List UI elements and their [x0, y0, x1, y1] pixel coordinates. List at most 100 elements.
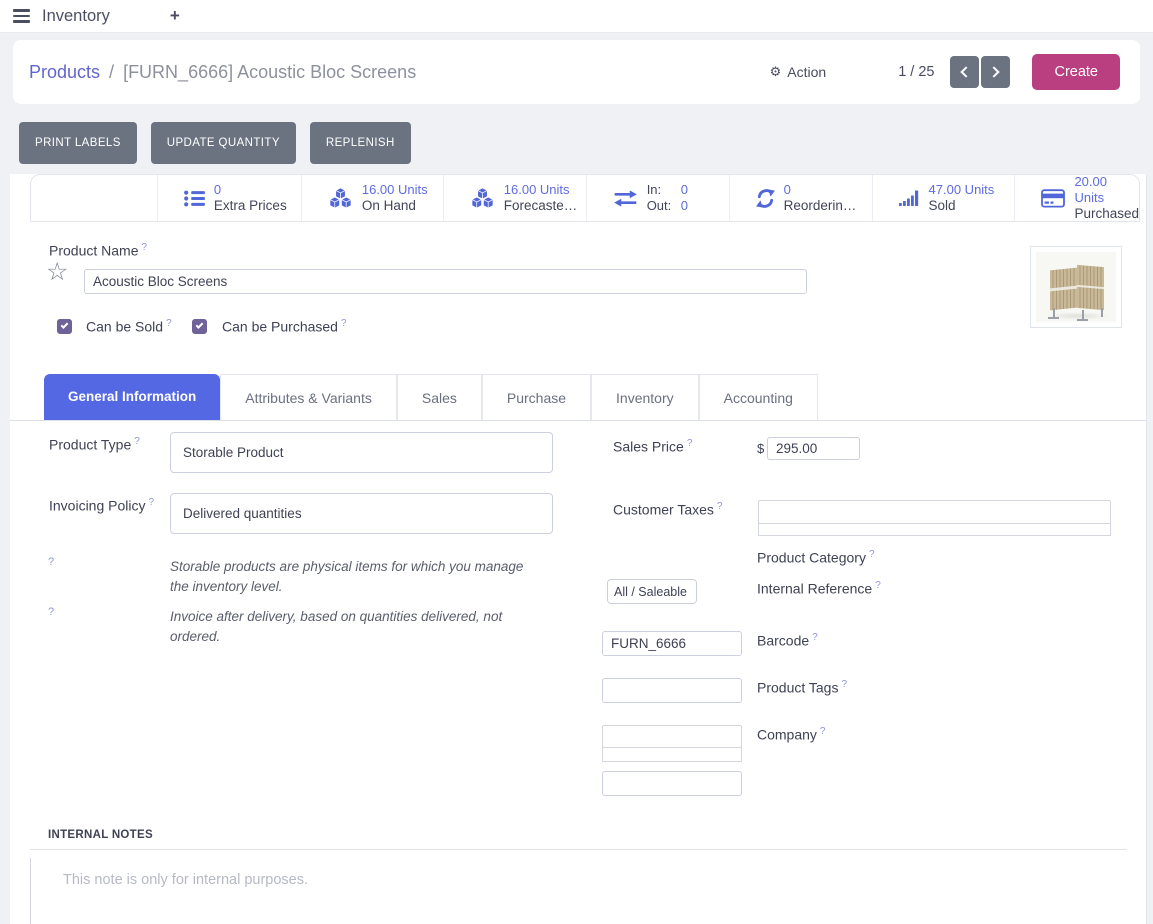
tab-sales[interactable]: Sales	[397, 374, 482, 420]
pager-previous-button[interactable]	[950, 56, 979, 88]
help-icon[interactable]: ?	[820, 726, 826, 737]
stat-reordering[interactable]: 0 Reorderin…	[729, 175, 872, 221]
tab-accounting[interactable]: Accounting	[699, 374, 818, 420]
help-icon[interactable]: ?	[687, 438, 693, 449]
refresh-icon	[756, 189, 775, 208]
favorite-star-icon[interactable]: ☆	[46, 260, 68, 285]
action-buttons-row: PRINT LABELS UPDATE QUANTITY REPLENISH	[19, 122, 411, 164]
sales-price-label: Sales Price?	[613, 438, 692, 455]
checkmark-icon	[195, 321, 203, 329]
stat-extra-prices[interactable]: 0 Extra Prices	[157, 175, 301, 221]
help-icon[interactable]: ?	[48, 556, 54, 568]
pager-next-button[interactable]	[981, 56, 1010, 88]
stat-label: Forecaste…	[504, 198, 578, 214]
help-icon[interactable]: ?	[149, 497, 155, 508]
product-category-label: Product Category?	[757, 549, 875, 566]
invoicing-policy-help-text: Invoice after delivery, based on quantit…	[170, 607, 542, 646]
invoicing-policy-select[interactable]: Delivered quantities	[170, 493, 553, 534]
stat-value: 16.00 Units	[504, 182, 578, 198]
internal-reference-label: Internal Reference?	[757, 580, 881, 597]
tab-inventory[interactable]: Inventory	[591, 374, 699, 420]
help-icon[interactable]: ?	[717, 501, 723, 512]
product-category-select[interactable]: All / Saleable	[607, 579, 697, 604]
help-icon[interactable]: ?	[166, 318, 172, 329]
tab-attributes-variants[interactable]: Attributes & Variants	[220, 374, 397, 420]
breadcrumb-products-link[interactable]: Products	[29, 62, 100, 83]
help-icon[interactable]: ?	[141, 242, 147, 253]
control-panel: Products / [FURN_6666] Acoustic Bloc Scr…	[13, 40, 1140, 104]
action-menu-button[interactable]: ⚙ Action	[770, 64, 827, 80]
update-quantity-button[interactable]: UPDATE QUANTITY	[151, 122, 296, 164]
stat-sold[interactable]: 47.00 Units Sold	[872, 175, 1015, 221]
help-icon[interactable]: ?	[875, 580, 881, 591]
notebook-tabs: General Information Attributes & Variant…	[10, 375, 1147, 421]
tab-general-information[interactable]: General Information	[44, 374, 220, 420]
help-icon[interactable]: ?	[48, 606, 54, 618]
exchange-icon	[613, 190, 638, 207]
print-labels-button[interactable]: PRINT LABELS	[19, 122, 137, 164]
customer-taxes-label: Customer Taxes?	[613, 501, 722, 518]
chevron-left-icon	[961, 66, 972, 77]
help-icon[interactable]: ?	[869, 549, 875, 560]
product-tags-label: Product Tags?	[757, 679, 847, 696]
company-label: Company?	[757, 726, 825, 743]
product-tags-input[interactable]	[602, 725, 742, 748]
internal-notes-placeholder: This note is only for internal purposes.	[63, 872, 308, 888]
list-icon	[184, 190, 205, 207]
customer-taxes-add-row[interactable]	[758, 523, 1111, 536]
cubes-icon	[328, 188, 353, 209]
product-name-input[interactable]	[84, 269, 807, 294]
product-type-select[interactable]: Storable Product	[170, 432, 553, 473]
breadcrumb-separator: /	[109, 62, 114, 83]
product-tags-add-row[interactable]	[602, 747, 742, 762]
top-navbar: Inventory +	[0, 0, 1153, 33]
product-type-help-text: Storable products are physical items for…	[170, 557, 542, 596]
app-title[interactable]: Inventory	[42, 7, 110, 26]
product-image[interactable]	[1030, 246, 1122, 328]
internal-reference-input[interactable]	[602, 631, 742, 656]
stat-label: Purchased	[1074, 206, 1139, 222]
barcode-input[interactable]	[602, 678, 742, 703]
stat-in-label: In:	[647, 182, 681, 198]
stat-out-value: 0	[681, 198, 688, 214]
sales-price-input[interactable]	[767, 437, 860, 460]
stat-on-hand[interactable]: 16.00 Units On Hand	[301, 175, 443, 221]
stat-value: 47.00 Units	[929, 182, 995, 198]
add-tab-icon[interactable]: +	[170, 6, 180, 26]
company-input[interactable]	[602, 771, 742, 796]
page-title: [FURN_6666] Acoustic Bloc Screens	[123, 62, 416, 83]
tab-purchase[interactable]: Purchase	[482, 374, 591, 420]
create-button[interactable]: Create	[1032, 54, 1120, 90]
barcode-label: Barcode?	[757, 632, 818, 649]
help-icon[interactable]: ?	[841, 679, 847, 690]
help-icon[interactable]: ?	[134, 436, 140, 447]
stat-in-value: 0	[681, 182, 688, 198]
stat-value: 0	[784, 182, 857, 198]
internal-notes-heading: INTERNAL NOTES	[48, 829, 153, 841]
internal-notes-area[interactable]: This note is only for internal purposes.	[30, 858, 1130, 924]
stat-out-label: Out:	[647, 198, 681, 214]
stat-button-row: 0 Extra Prices 16.00 Units On Hand 16.00…	[30, 174, 1140, 222]
cubes-icon	[470, 188, 495, 209]
internal-notes-divider	[30, 849, 1127, 850]
stat-forecasted[interactable]: 16.00 Units Forecaste…	[443, 175, 586, 221]
stat-label: On Hand	[362, 198, 428, 214]
pager-count: 1 / 25	[898, 64, 934, 80]
control-panel-actions: ⚙ Action 1 / 25 Create	[770, 54, 1120, 90]
can-be-purchased-label: Can be Purchased?	[222, 318, 347, 335]
stat-value: 20.00 Units	[1074, 174, 1139, 205]
inventory-app: Inventory + Products / [FURN_6666] Acous…	[0, 0, 1153, 924]
stat-empty-cell	[31, 175, 157, 221]
can-be-sold-checkbox[interactable]	[57, 319, 72, 334]
stat-purchased[interactable]: 20.00 Units Purchased	[1014, 175, 1139, 221]
can-be-purchased-checkbox[interactable]	[192, 319, 207, 334]
replenish-button[interactable]: REPLENISH	[310, 122, 411, 164]
menu-icon[interactable]	[13, 9, 30, 23]
help-icon[interactable]: ?	[812, 632, 818, 643]
checkmark-icon	[60, 321, 68, 329]
stat-in-out[interactable]: In:0 Out:0	[586, 175, 729, 221]
chart-bars-icon	[899, 190, 920, 206]
help-icon[interactable]: ?	[341, 318, 347, 329]
customer-taxes-input[interactable]	[758, 500, 1111, 524]
action-menu-label: Action	[787, 64, 826, 80]
